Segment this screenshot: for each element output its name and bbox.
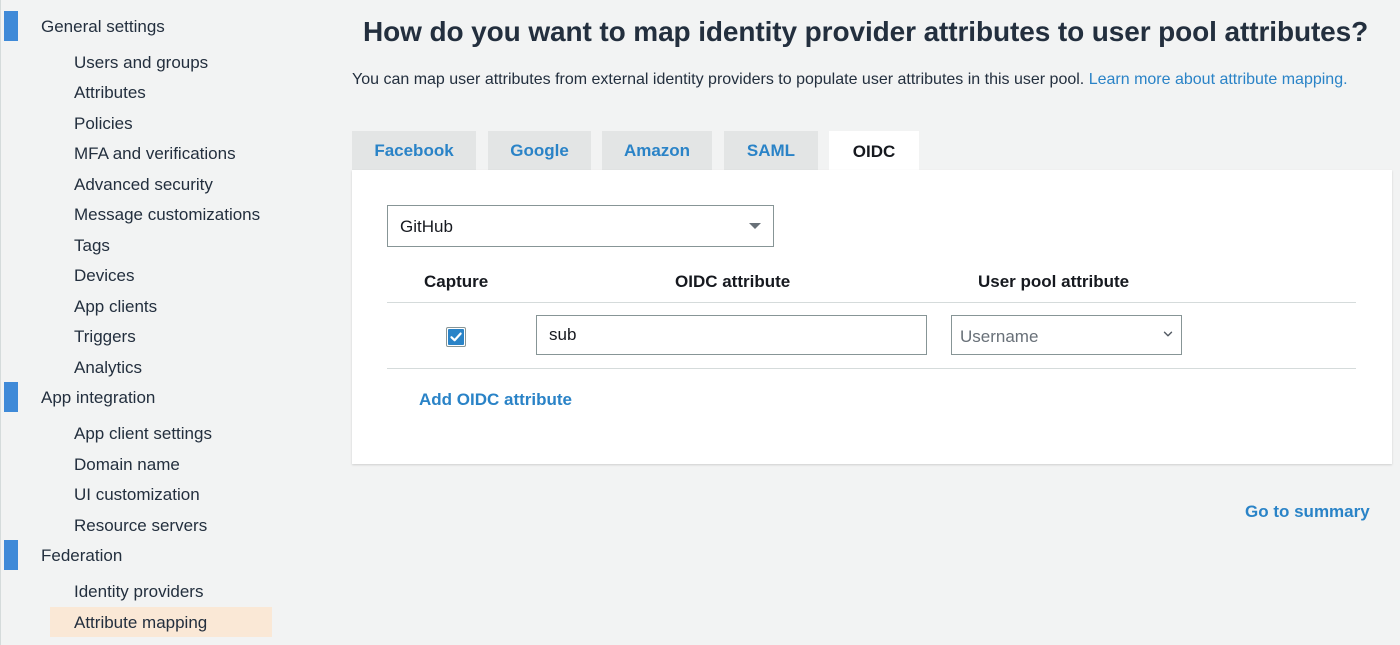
chevron-down-icon [1163,331,1173,337]
caret-down-icon [749,223,761,229]
learn-more-link[interactable]: Learn more about attribute mapping. [1089,71,1348,88]
sidebar-item-label: Triggers [74,327,136,346]
sidebar-item-label: App client settings [74,424,212,443]
sidebar-item-label: MFA and verifications [74,144,236,163]
sidebar-section-general-settings[interactable]: General settings [0,11,330,41]
page-title: How do you want to map identity provider… [363,16,1369,47]
sidebar-item-label: Resource servers [74,516,208,535]
sidebar-item-domain-name[interactable]: Domain name [50,449,272,479]
sidebar-item-label: App clients [74,297,158,316]
sidebar-item-devices[interactable]: Devices [50,260,272,290]
column-header-oidc-attribute: OIDC attribute [675,272,791,291]
sidebar-item-label: Message customizations [74,205,261,224]
sidebar-item-label: Domain name [74,455,180,474]
page-description: You can map user attributes from externa… [352,71,1348,89]
sidebar-item-advanced-security[interactable]: Advanced security [50,169,272,199]
sidebar-item-app-clients[interactable]: App clients [50,291,272,321]
tab-facebook[interactable]: Facebook [352,131,476,171]
section-marker [4,540,18,570]
checkmark-icon [448,329,464,345]
sidebar-item-label: Tags [74,236,110,255]
sidebar-item-policies[interactable]: Policies [50,108,272,138]
sidebar-item-label: Identity providers [74,582,204,601]
sidebar-item-analytics[interactable]: Analytics [50,352,272,382]
table-header-divider [387,302,1356,303]
sidebar-item-attributes[interactable]: Attributes [50,77,272,107]
sidebar-item-attribute-mapping[interactable]: Attribute mapping [50,607,272,637]
tab-saml[interactable]: SAML [724,131,818,171]
sidebar-item-triggers[interactable]: Triggers [50,321,272,351]
add-oidc-attribute-link[interactable]: Add OIDC attribute [419,390,572,410]
page-description-text: You can map user attributes from externa… [352,71,1085,88]
capture-checkbox[interactable] [446,327,466,347]
tab-google[interactable]: Google [488,131,591,171]
column-header-user-pool-attribute: User pool attribute [978,272,1130,291]
oidc-provider-select[interactable]: GitHub [387,205,774,247]
tab-oidc[interactable]: OIDC [829,131,919,172]
go-to-summary-link[interactable]: Go to summary [1245,502,1370,522]
oidc-provider-select-value: GitHub [400,217,453,236]
sidebar-section-app-integration[interactable]: App integration [0,382,330,412]
sidebar-item-label: Attribute mapping [74,613,208,632]
sidebar-item-resource-servers[interactable]: Resource servers [50,510,272,540]
attribute-mapping-panel: GitHub Capture OIDC attribute User pool … [352,170,1392,464]
sidebar-item-message-customizations[interactable]: Message customizations [50,199,272,229]
section-marker [4,11,18,41]
sidebar-section-label: App integration [41,388,156,407]
sidebar-section-label: General settings [41,17,165,36]
tab-amazon[interactable]: Amazon [602,131,712,171]
sidebar-item-ui-customization[interactable]: UI customization [50,479,272,509]
sidebar-item-app-client-settings[interactable]: App client settings [50,418,272,448]
sidebar-section-label: Federation [41,546,123,565]
sidebar-item-mfa-and-verifications[interactable]: MFA and verifications [50,138,272,168]
sidebar-item-label: Advanced security [74,175,213,194]
sidebar-item-label: Attributes [74,83,146,102]
sidebar-item-label: Users and groups [74,53,209,72]
user-pool-attribute-select-value: Username [960,327,1039,346]
sidebar-item-label: Analytics [74,358,143,377]
sidebar-item-label: Policies [74,114,133,133]
sidebar: General settings Users and groups Attrib… [0,0,330,645]
user-pool-attribute-select[interactable]: Username [951,315,1182,355]
sidebar-section-federation[interactable]: Federation [0,540,330,570]
column-header-capture: Capture [424,272,489,291]
sidebar-item-label: Devices [74,266,135,285]
oidc-attribute-input[interactable] [536,315,927,355]
sidebar-item-identity-providers[interactable]: Identity providers [50,576,272,606]
table-row-divider [387,368,1356,369]
sidebar-item-tags[interactable]: Tags [50,230,272,260]
sidebar-item-label: UI customization [74,485,200,504]
section-marker [4,382,18,412]
sidebar-item-users-and-groups[interactable]: Users and groups [50,47,272,77]
